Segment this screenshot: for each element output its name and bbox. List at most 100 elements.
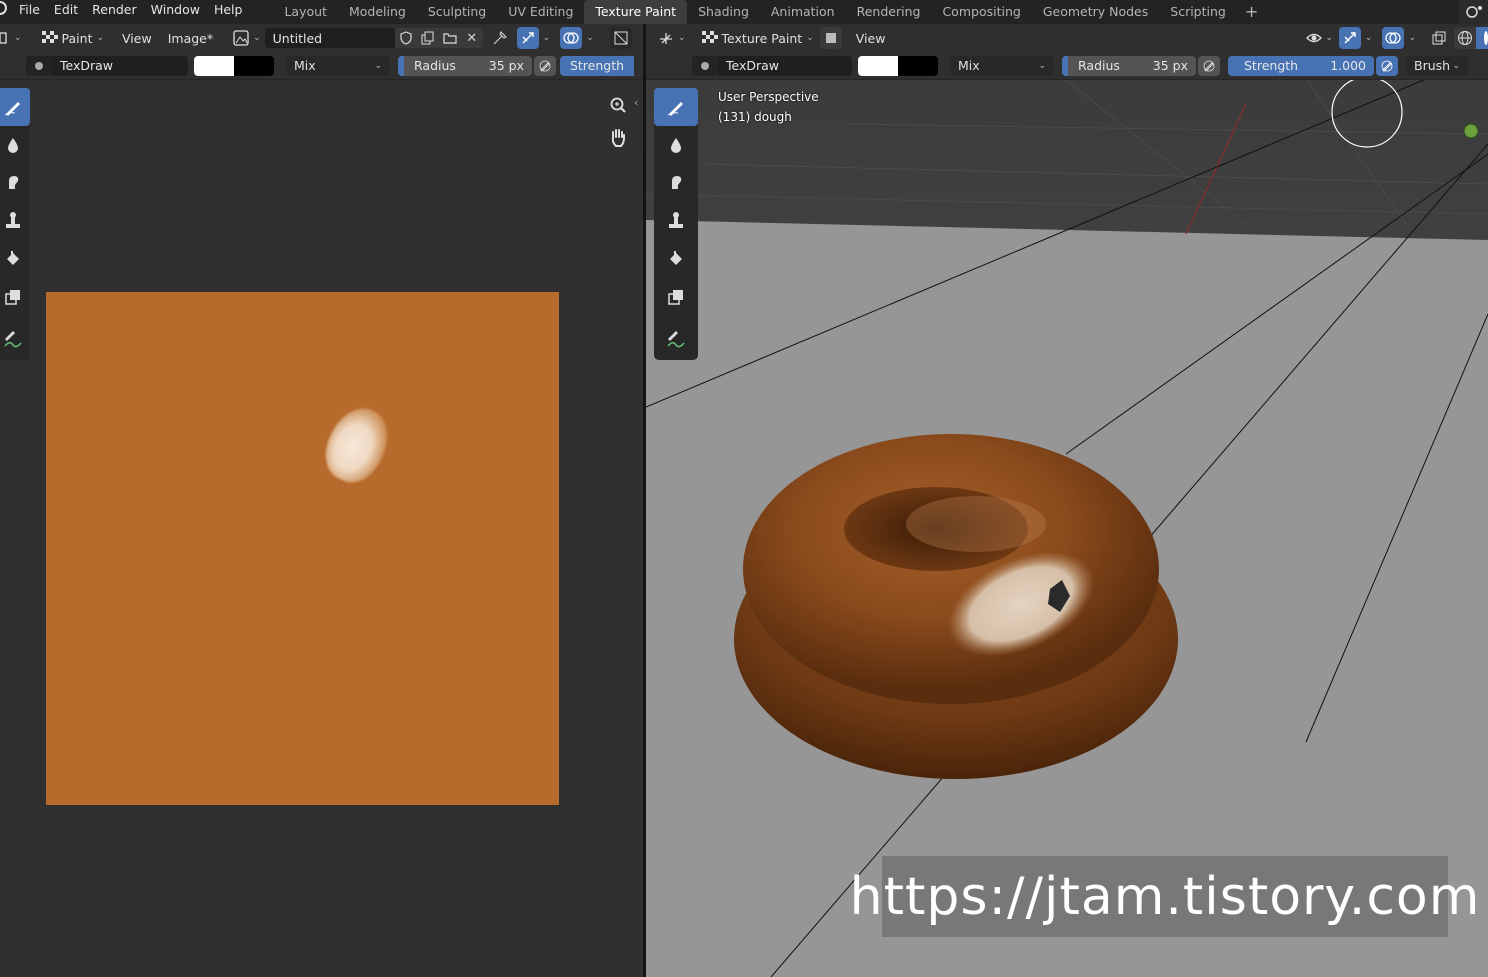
tab-uv-editing[interactable]: UV Editing xyxy=(497,0,584,24)
scene-selector-icon[interactable] xyxy=(1458,0,1488,24)
radius-slider[interactable]: Radius 35 px xyxy=(398,55,532,76)
mask-tool-button[interactable] xyxy=(0,278,30,316)
chevron-down-icon[interactable]: ⌄ xyxy=(586,33,594,43)
open-image-button[interactable] xyxy=(438,28,461,48)
blend-mode-dropdown[interactable]: Mix ⌄ xyxy=(950,55,1054,76)
wireframe-shading-button[interactable] xyxy=(1454,27,1476,49)
chevron-down-icon: ⌄ xyxy=(374,60,382,71)
draw-tool-button[interactable] xyxy=(654,88,698,126)
texture-canvas[interactable] xyxy=(46,292,559,805)
mask-toggle-button[interactable] xyxy=(609,27,632,49)
image-menu[interactable]: Image* xyxy=(162,27,219,49)
strength-pressure-button[interactable] xyxy=(1376,55,1398,76)
browse-image-button[interactable]: ⌄ xyxy=(231,27,263,49)
add-workspace-button[interactable]: + xyxy=(1237,1,1266,23)
sidebar-toggle-icon[interactable]: ‹ xyxy=(634,96,638,109)
pen-pressure-icon xyxy=(1381,60,1393,72)
editor-type-button[interactable]: ⌄ xyxy=(0,27,26,49)
smear-tool-button[interactable] xyxy=(0,164,30,202)
secondary-color-swatch[interactable] xyxy=(234,55,274,76)
brush-preview-icon xyxy=(35,61,43,70)
radius-value: 35 px xyxy=(488,58,524,73)
brush-menu-label: Brush xyxy=(1414,58,1451,73)
tab-compositing[interactable]: Compositing xyxy=(931,0,1031,24)
annotate-tool-button[interactable] xyxy=(0,320,30,358)
soften-tool-button[interactable] xyxy=(0,126,30,164)
brush-name-field[interactable]: TexDraw xyxy=(52,55,188,76)
donut-highlight xyxy=(906,496,1046,552)
clone-tool-button[interactable] xyxy=(654,202,698,240)
menu-render[interactable]: Render xyxy=(85,0,144,24)
fill-tool-button[interactable] xyxy=(654,240,698,278)
unlink-image-button[interactable]: ✕ xyxy=(460,28,483,48)
strength-slider[interactable]: Strength xyxy=(560,55,634,76)
eye-icon xyxy=(1306,33,1323,43)
chevron-down-icon[interactable]: ⌄ xyxy=(1365,33,1373,43)
face-mask-button[interactable] xyxy=(819,27,842,49)
draw-tool-button[interactable] xyxy=(0,88,30,126)
annotate-icon xyxy=(667,331,685,348)
overlay-toggle-button[interactable] xyxy=(1382,27,1405,49)
radius-pressure-button[interactable] xyxy=(534,55,556,76)
menu-window[interactable]: Window xyxy=(144,0,207,24)
chevron-down-icon[interactable]: ⌄ xyxy=(543,33,551,43)
visibility-button[interactable] xyxy=(1303,27,1325,49)
blend-mode-dropdown[interactable]: Mix ⌄ xyxy=(286,55,390,76)
viewport-view-menu[interactable]: View xyxy=(850,27,892,49)
primary-color-swatch[interactable] xyxy=(858,55,898,76)
radius-slider[interactable]: Radius 35 px xyxy=(1062,55,1196,76)
primary-color-swatch[interactable] xyxy=(194,55,234,76)
mask-icon xyxy=(614,31,628,45)
xray-toggle-button[interactable] xyxy=(1428,27,1450,49)
new-image-button[interactable] xyxy=(416,28,439,48)
view-menu[interactable]: View xyxy=(116,27,158,49)
chevron-down-icon[interactable]: ⌄ xyxy=(1325,33,1333,43)
gizmo-icon xyxy=(1344,32,1356,44)
paint-mode-dropdown[interactable]: Paint ⌄ xyxy=(36,27,110,49)
radius-pressure-button[interactable] xyxy=(1198,55,1220,76)
tab-modeling[interactable]: Modeling xyxy=(338,0,417,24)
tab-sculpting[interactable]: Sculpting xyxy=(417,0,497,24)
mask-tool-button[interactable] xyxy=(654,278,698,316)
tab-texture-paint[interactable]: Texture Paint xyxy=(584,0,688,24)
chevron-down-icon: ⌄ xyxy=(678,33,686,43)
fake-user-button[interactable] xyxy=(394,28,417,48)
tab-layout[interactable]: Layout xyxy=(273,0,338,24)
secondary-color-swatch[interactable] xyxy=(898,55,938,76)
image-name-field[interactable]: Untitled xyxy=(264,28,395,48)
brush-preview-button[interactable] xyxy=(26,55,52,76)
mask-tool-icon xyxy=(5,290,20,305)
viewport-header: ⌄ Texture Paint ⌄ View ⌄ ⌄ ⌄ xyxy=(646,24,1488,52)
blender-logo-icon[interactable] xyxy=(0,0,12,24)
zoom-view-button[interactable] xyxy=(603,90,633,120)
gizmo-toggle-button[interactable] xyxy=(1338,27,1361,49)
tab-animation[interactable]: Animation xyxy=(760,0,846,24)
smear-tool-button[interactable] xyxy=(654,164,698,202)
brush-preview-button[interactable] xyxy=(692,55,718,76)
chevron-down-icon[interactable]: ⌄ xyxy=(1408,33,1416,43)
brush-settings-dropdown[interactable]: Brush ⌄ xyxy=(1406,55,1468,76)
tab-rendering[interactable]: Rendering xyxy=(846,0,932,24)
fill-tool-button[interactable] xyxy=(0,240,30,278)
soften-tool-button[interactable] xyxy=(654,126,698,164)
menu-help[interactable]: Help xyxy=(207,0,250,24)
menu-file[interactable]: File xyxy=(12,0,47,24)
tab-geometry-nodes[interactable]: Geometry Nodes xyxy=(1032,0,1159,24)
shield-icon xyxy=(400,31,412,45)
menu-edit[interactable]: Edit xyxy=(47,0,85,24)
strength-slider[interactable]: Strength 1.000 xyxy=(1228,55,1374,76)
editor-type-button[interactable]: ⌄ xyxy=(656,27,688,49)
chevron-down-icon: ⌄ xyxy=(14,33,22,43)
brush-name-field[interactable]: TexDraw xyxy=(718,55,852,76)
3d-viewport[interactable]: ⌄ Texture Paint ⌄ View ⌄ ⌄ ⌄ TexDraw Mix… xyxy=(646,24,1488,977)
pin-button[interactable] xyxy=(489,27,511,49)
pan-view-button[interactable] xyxy=(603,123,633,153)
clone-tool-button[interactable] xyxy=(0,202,30,240)
gizmo-toggle-button[interactable] xyxy=(516,27,539,49)
tab-scripting[interactable]: Scripting xyxy=(1159,0,1237,24)
texture-paint-mode-dropdown[interactable]: Texture Paint ⌄ xyxy=(696,27,820,49)
annotate-tool-button[interactable] xyxy=(654,320,698,358)
tab-shading[interactable]: Shading xyxy=(687,0,760,24)
overlay-toggle-button[interactable] xyxy=(560,27,583,49)
solid-shading-button[interactable] xyxy=(1476,27,1488,49)
